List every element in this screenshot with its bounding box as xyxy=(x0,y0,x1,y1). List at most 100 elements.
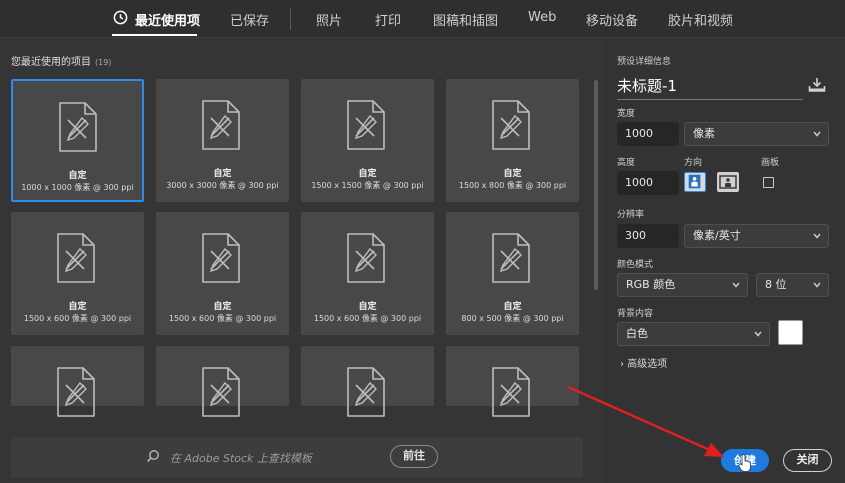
height-input[interactable]: 1000 xyxy=(617,171,679,195)
recent-item-dimensions: 3000 x 3000 像素 @ 300 ppi xyxy=(166,181,279,190)
landscape-orientation-icon xyxy=(719,175,737,189)
artboard-label: 画板 xyxy=(761,158,780,168)
resolution-input[interactable]: 300 xyxy=(617,224,679,248)
clock-icon xyxy=(113,10,128,25)
tab-film-video[interactable]: 胶片和视频 xyxy=(668,10,733,29)
document-pencil-icon xyxy=(202,367,240,417)
color-mode-value: RGB 颜色 xyxy=(626,278,676,291)
recent-item-name: 自定 xyxy=(68,171,87,181)
goto-button[interactable]: 前往 xyxy=(390,445,438,468)
document-pencil-icon xyxy=(492,233,530,283)
advanced-options-label: 高级选项 xyxy=(627,359,668,370)
bit-depth-select[interactable]: 8 位 xyxy=(756,273,829,297)
tab-saved[interactable]: 已保存 xyxy=(230,10,269,29)
height-label: 高度 xyxy=(617,158,636,168)
artboard-checkbox[interactable] xyxy=(763,177,774,188)
document-name-underline xyxy=(617,99,803,100)
recent-items-title: 您最近使用的项目 xyxy=(11,57,91,68)
document-pencil-icon xyxy=(57,367,95,417)
recent-item-card[interactable] xyxy=(11,346,144,417)
recent-item-card[interactable] xyxy=(446,346,579,417)
background-color-swatch[interactable] xyxy=(778,320,803,345)
document-pencil-icon xyxy=(347,367,385,417)
advanced-options-toggle[interactable]: › 高级选项 xyxy=(620,355,667,370)
document-pencil-icon xyxy=(492,367,530,417)
recent-items-count: (19) xyxy=(95,58,112,67)
background-label: 背景内容 xyxy=(617,309,654,319)
recent-item-dimensions: 1500 x 600 像素 @ 300 ppi xyxy=(313,314,422,323)
document-pencil-icon xyxy=(492,100,530,150)
bit-depth-value: 8 位 xyxy=(765,278,787,291)
landscape-orientation-button[interactable] xyxy=(717,172,739,192)
stock-search-input[interactable]: 在 Adobe Stock 上查找模板 xyxy=(170,450,312,466)
recent-item-name: 自定 xyxy=(213,169,232,179)
active-tab-indicator xyxy=(112,34,197,36)
recent-item-card[interactable]: 自定 1500 x 800 像素 @ 300 ppi xyxy=(446,79,579,202)
recent-item-name: 自定 xyxy=(358,169,377,179)
stock-search-bar: 在 Adobe Stock 上查找模板 前往 xyxy=(11,437,583,478)
document-pencil-icon xyxy=(347,233,385,283)
tab-art-illustration[interactable]: 图稿和插图 xyxy=(433,10,498,29)
close-button[interactable]: 关闭 xyxy=(783,449,832,472)
document-pencil-icon xyxy=(57,233,95,283)
chevron-down-icon xyxy=(813,131,821,137)
tab-photo[interactable]: 照片 xyxy=(316,10,342,29)
recent-item-name: 自定 xyxy=(503,169,522,179)
background-select[interactable]: 白色 xyxy=(617,322,770,346)
scrollbar-thumb[interactable] xyxy=(594,80,598,290)
recent-item-card[interactable]: 自定 1500 x 600 像素 @ 300 ppi xyxy=(156,212,289,335)
width-input[interactable]: 1000 xyxy=(617,122,679,146)
chevron-down-icon xyxy=(754,331,762,337)
search-icon xyxy=(146,450,159,463)
recent-item-dimensions: 1000 x 1000 像素 @ 300 ppi xyxy=(21,183,134,192)
tab-web[interactable]: Web xyxy=(528,10,556,25)
recent-item-dimensions: 1500 x 1500 像素 @ 300 ppi xyxy=(311,181,424,190)
recent-item-name: 自定 xyxy=(358,302,377,312)
document-pencil-icon xyxy=(202,233,240,283)
recent-item-name: 自定 xyxy=(213,302,232,312)
recent-item-card[interactable] xyxy=(156,346,289,417)
save-preset-icon[interactable] xyxy=(808,77,826,93)
recent-items-heading: 您最近使用的项目 (19) xyxy=(11,53,111,68)
tab-mobile[interactable]: 移动设备 xyxy=(586,10,638,29)
recent-item-card[interactable]: 自定 1500 x 1500 像素 @ 300 ppi xyxy=(301,79,434,202)
recent-item-dimensions: 1500 x 600 像素 @ 300 ppi xyxy=(23,314,132,323)
recent-item-card[interactable]: 自定 800 x 500 像素 @ 300 ppi xyxy=(446,212,579,335)
hand-cursor-icon xyxy=(738,454,751,472)
background-value: 白色 xyxy=(626,327,648,340)
preset-details-title: 预设详细信息 xyxy=(617,57,672,67)
recent-item-dimensions: 800 x 500 像素 @ 300 ppi xyxy=(461,314,564,323)
portrait-orientation-button[interactable] xyxy=(684,172,706,192)
recent-item-card[interactable]: 自定 1500 x 600 像素 @ 300 ppi xyxy=(301,212,434,335)
width-label: 宽度 xyxy=(617,109,636,119)
tab-recent[interactable]: 最近使用项 xyxy=(135,10,200,29)
recent-item-card[interactable]: 自定 1500 x 600 像素 @ 300 ppi xyxy=(11,212,144,335)
width-unit-select[interactable]: 像素 xyxy=(684,122,829,146)
color-mode-select[interactable]: RGB 颜色 xyxy=(617,273,748,297)
resolution-label: 分辨率 xyxy=(617,210,645,220)
recent-item-dimensions: 1500 x 600 像素 @ 300 ppi xyxy=(168,314,277,323)
resolution-unit-select[interactable]: 像素/英寸 xyxy=(684,224,829,248)
tab-print[interactable]: 打印 xyxy=(375,10,401,29)
orientation-label: 方向 xyxy=(684,158,703,168)
preset-details-panel: 预设详细信息 未标题-1 宽度 1000 像素 高度 方向 画板 1000 分辨… xyxy=(603,38,845,483)
recent-item-dimensions: 1500 x 800 像素 @ 300 ppi xyxy=(458,181,567,190)
recent-item-card[interactable] xyxy=(301,346,434,417)
portrait-orientation-icon xyxy=(688,174,701,189)
recent-item-name: 自定 xyxy=(503,302,522,312)
document-name-input[interactable]: 未标题-1 xyxy=(617,75,677,96)
chevron-down-icon xyxy=(732,282,740,288)
width-unit-value: 像素 xyxy=(693,127,715,140)
color-mode-label: 颜色模式 xyxy=(617,260,654,270)
recent-item-card[interactable]: 自定 3000 x 3000 像素 @ 300 ppi xyxy=(156,79,289,202)
resolution-unit-value: 像素/英寸 xyxy=(693,229,741,242)
tab-divider xyxy=(290,8,291,30)
recent-item-name: 自定 xyxy=(68,302,87,312)
chevron-down-icon xyxy=(813,282,821,288)
recent-item-card[interactable]: 自定 1000 x 1000 像素 @ 300 ppi xyxy=(11,79,144,202)
document-pencil-icon xyxy=(347,100,385,150)
document-pencil-icon xyxy=(202,100,240,150)
document-pencil-icon xyxy=(59,102,97,152)
category-tab-bar: 最近使用项 已保存 照片 打印 图稿和插图 Web 移动设备 胶片和视频 xyxy=(0,0,845,38)
chevron-right-icon: › xyxy=(620,359,624,370)
